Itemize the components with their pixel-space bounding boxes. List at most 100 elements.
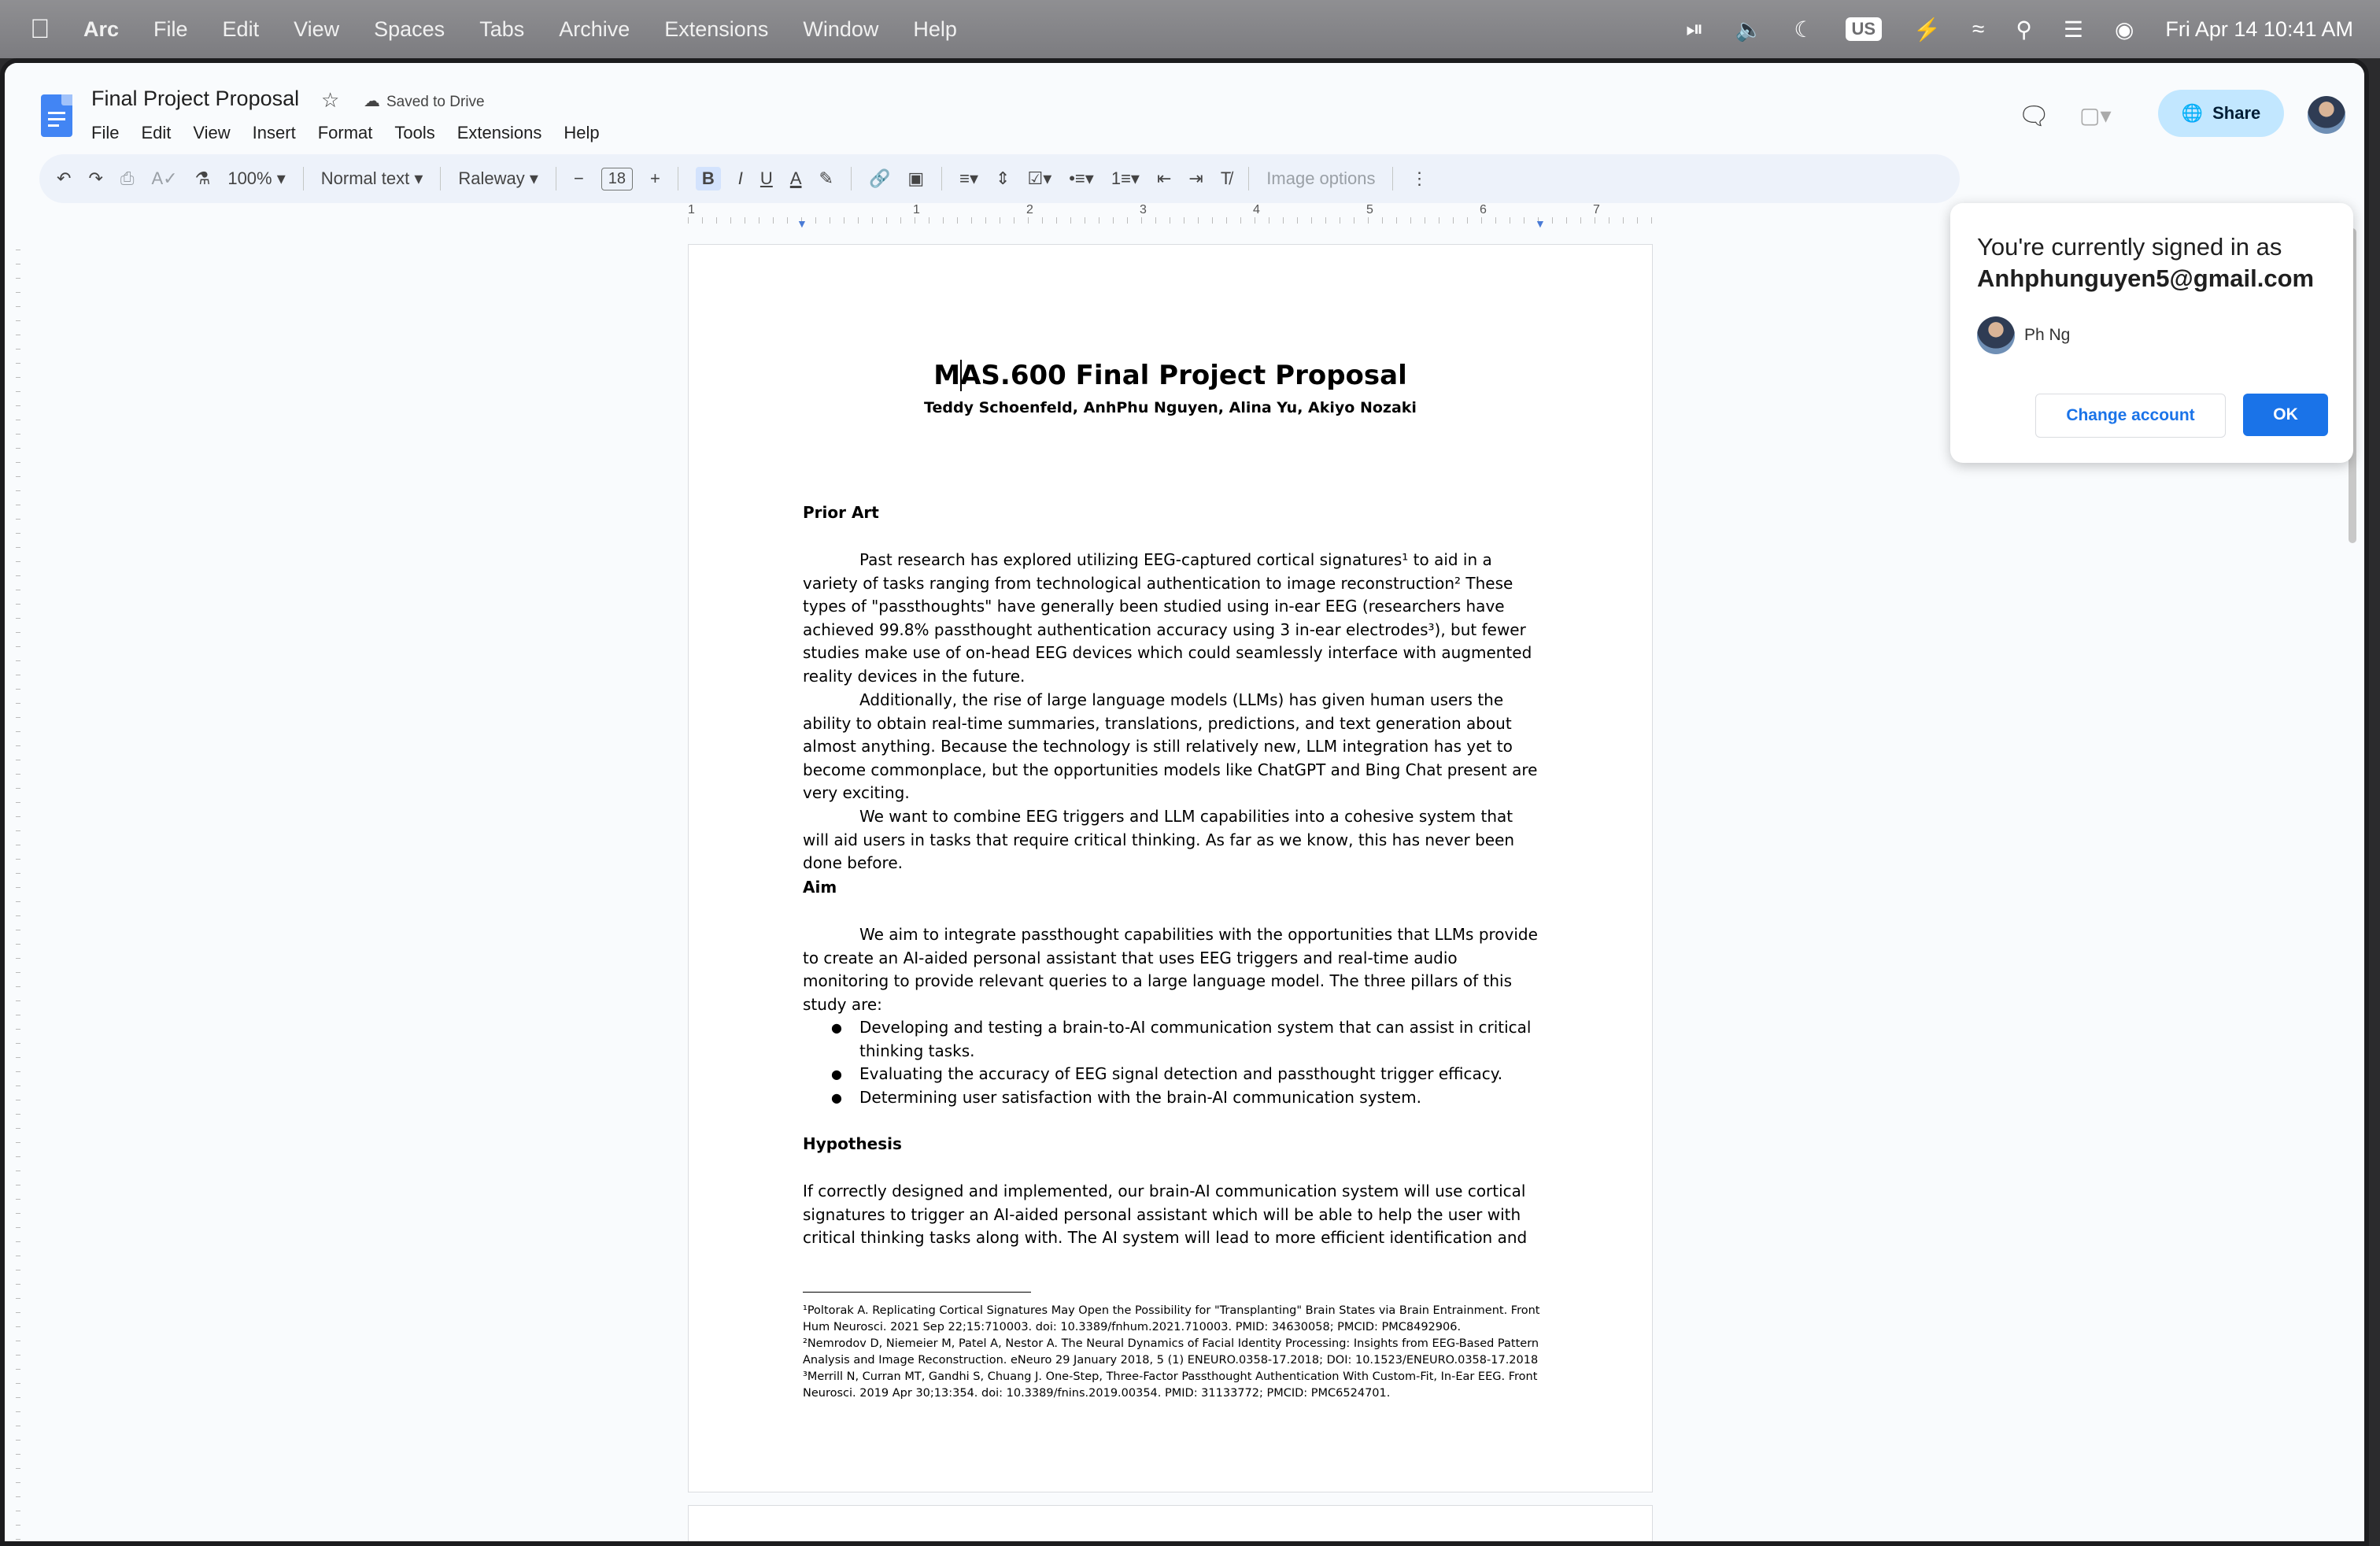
paragraph-prior-art-1[interactable]: Past research has explored utilizing EEG… [803,549,1543,689]
horizontal-ruler[interactable]: 1 1 2 3 4 5 6 7 ▼ ▼ [688,203,1653,230]
paragraph-prior-art-3[interactable]: We want to combine EEG triggers and LLM … [803,805,1543,875]
menubar-tabs[interactable]: Tabs [479,17,524,42]
footnote[interactable]: ³Merrill N, Curran MT, Gandhi S, Chuang … [803,1369,1543,1402]
menubar-extensions[interactable]: Extensions [664,17,768,42]
paint-format-icon[interactable]: ⚗ [195,168,211,189]
document-title[interactable]: Final Project Proposal [91,87,299,111]
browser-window: Final Project Proposal ☆ ☁ Saved to Drive… [0,58,2369,1546]
paragraph-aim[interactable]: We aim to integrate passthought capabili… [803,923,1543,1016]
decrease-indent-icon[interactable]: ⇤ [1157,168,1171,189]
text-color-icon[interactable]: A [790,168,802,189]
insert-link-icon[interactable]: 🔗 [869,168,890,189]
list-item[interactable]: Evaluating the accuracy of EEG signal de… [803,1063,1543,1086]
aim-bullet-list: Developing and testing a brain-to-AI com… [803,1016,1543,1109]
document-authors[interactable]: Teddy Schoenfeld, AnhPhu Nguyen, Alina Y… [689,399,1652,416]
docs-logo-icon[interactable] [41,94,72,137]
more-options-icon[interactable]: ⋮ [1410,168,1428,189]
document-heading[interactable]: MAS.600 Final Project Proposal [689,360,1652,391]
heading-hypothesis[interactable]: Hypothesis [803,1134,902,1153]
menubar-spaces[interactable]: Spaces [374,17,445,42]
moon-icon[interactable]: ☾ [1794,17,1813,43]
docs-menu-view[interactable]: View [193,123,230,143]
font-size-input[interactable]: 18 [601,167,634,190]
line-spacing-icon[interactable]: ⇕ [996,168,1010,189]
docs-menu-insert[interactable]: Insert [253,123,296,143]
docs-menu-format[interactable]: Format [318,123,373,143]
paragraph-prior-art-2[interactable]: Additionally, the rise of large language… [803,689,1543,805]
add-comment-icon[interactable]: ▣ [907,168,924,189]
keyboard-input-badge[interactable]: US [1845,17,1883,41]
right-indent-marker[interactable]: ▼ [1535,217,1546,230]
comment-history-icon[interactable]: 🗨 [2018,101,2050,131]
wifi-icon[interactable]: ≈ [1972,17,1984,42]
docs-menu-edit[interactable]: Edit [141,123,171,143]
underline-icon[interactable]: U [760,168,773,189]
battery-icon[interactable]: ⚡ [1913,17,1941,43]
siri-icon[interactable]: ◉ [2115,17,2134,43]
style-select[interactable]: Normal text ▾ [321,168,423,189]
ok-button[interactable]: OK [2243,394,2328,436]
highlight-color-icon[interactable]: ✎ [819,168,833,189]
menubar-edit[interactable]: Edit [223,17,260,42]
print-icon[interactable]: ⎙ [120,168,135,189]
ruler-label: 6 [1480,203,1487,216]
star-icon[interactable]: ☆ [321,88,339,113]
globe-icon: 🌐 [2181,103,2204,123]
italic-icon[interactable]: I [738,168,743,189]
formatting-toolbar: ↶ ↷ ⎙ A✓ ⚗ 100% ▾ Normal text ▾ Raleway … [39,154,1960,203]
next-document-page[interactable] [688,1505,1653,1541]
image-options-button[interactable]: Image options [1266,168,1375,189]
heading-aim[interactable]: Aim [803,878,837,897]
font-select[interactable]: Raleway ▾ [458,168,538,189]
account-avatar[interactable] [2308,96,2345,134]
menubar-file[interactable]: File [153,17,188,42]
increase-font-size-icon[interactable]: + [650,168,660,189]
docs-menu-help[interactable]: Help [564,123,599,143]
align-icon[interactable]: ≡▾ [959,168,978,189]
docs-menu-file[interactable]: File [91,123,119,143]
redo-icon[interactable]: ↷ [88,168,102,189]
list-item[interactable]: Developing and testing a brain-to-AI com… [803,1016,1543,1063]
volume-icon[interactable]: 🔈 [1735,17,1763,43]
clear-formatting-icon[interactable]: T̸ [1221,168,1231,189]
share-button[interactable]: 🌐 Share [2158,90,2284,137]
footnote[interactable]: ²Nemrodov D, Niemeier M, Patel A, Nestor… [803,1336,1543,1369]
search-icon[interactable]: ⚲ [2016,17,2032,43]
docs-menu-extensions[interactable]: Extensions [457,123,542,143]
left-indent-marker[interactable]: ▼ [796,217,808,230]
menubar-datetime[interactable]: Fri Apr 14 10:41 AM [2165,17,2353,42]
spellcheck-icon[interactable]: A✓ [151,168,177,189]
change-account-button[interactable]: Change account [2035,394,2226,438]
menubar-window[interactable]: Window [803,17,878,42]
play-icon[interactable]: ⏯ [1686,17,1703,43]
font-value: Raleway [458,168,525,188]
menubar-archive[interactable]: Archive [559,17,630,42]
menubar-view[interactable]: View [294,17,339,42]
checklist-icon[interactable]: ☑▾ [1027,168,1051,189]
ruler-label: 1 [688,203,695,216]
document-page[interactable]: MAS.600 Final Project Proposal Teddy Sch… [688,244,1653,1492]
docs-menu-tools[interactable]: Tools [394,123,434,143]
undo-icon[interactable]: ↶ [57,168,71,189]
ruler-label: 1 [913,203,920,216]
vertical-ruler[interactable] [16,236,27,1541]
account-email: Anhphunguyen5@gmail.com [1977,264,2315,292]
apple-icon[interactable]:  [30,14,57,45]
zoom-select[interactable]: 100% ▾ [227,168,285,189]
decrease-font-size-icon[interactable]: − [574,168,584,189]
bulleted-list-icon[interactable]: •≡▾ [1069,168,1094,189]
zoom-value: 100% [227,168,272,188]
save-status[interactable]: ☁ Saved to Drive [364,91,485,111]
menubar-app-name[interactable]: Arc [83,17,119,42]
toolbar-divider [440,167,442,190]
paragraph-hypothesis[interactable]: If correctly designed and implemented, o… [803,1180,1543,1250]
list-item[interactable]: Determining user satisfaction with the b… [803,1086,1543,1110]
footnote[interactable]: ¹Poltorak A. Replicating Cortical Signat… [803,1303,1543,1336]
bold-icon[interactable]: B [695,167,721,190]
increase-indent-icon[interactable]: ⇥ [1188,168,1203,189]
meet-camera-icon[interactable]: ▢▾ [2079,102,2112,128]
heading-prior-art[interactable]: Prior Art [803,503,879,522]
menubar-help[interactable]: Help [913,17,957,42]
control-center-icon[interactable]: ☰ [2064,17,2083,43]
numbered-list-icon[interactable]: 1≡▾ [1111,168,1140,189]
